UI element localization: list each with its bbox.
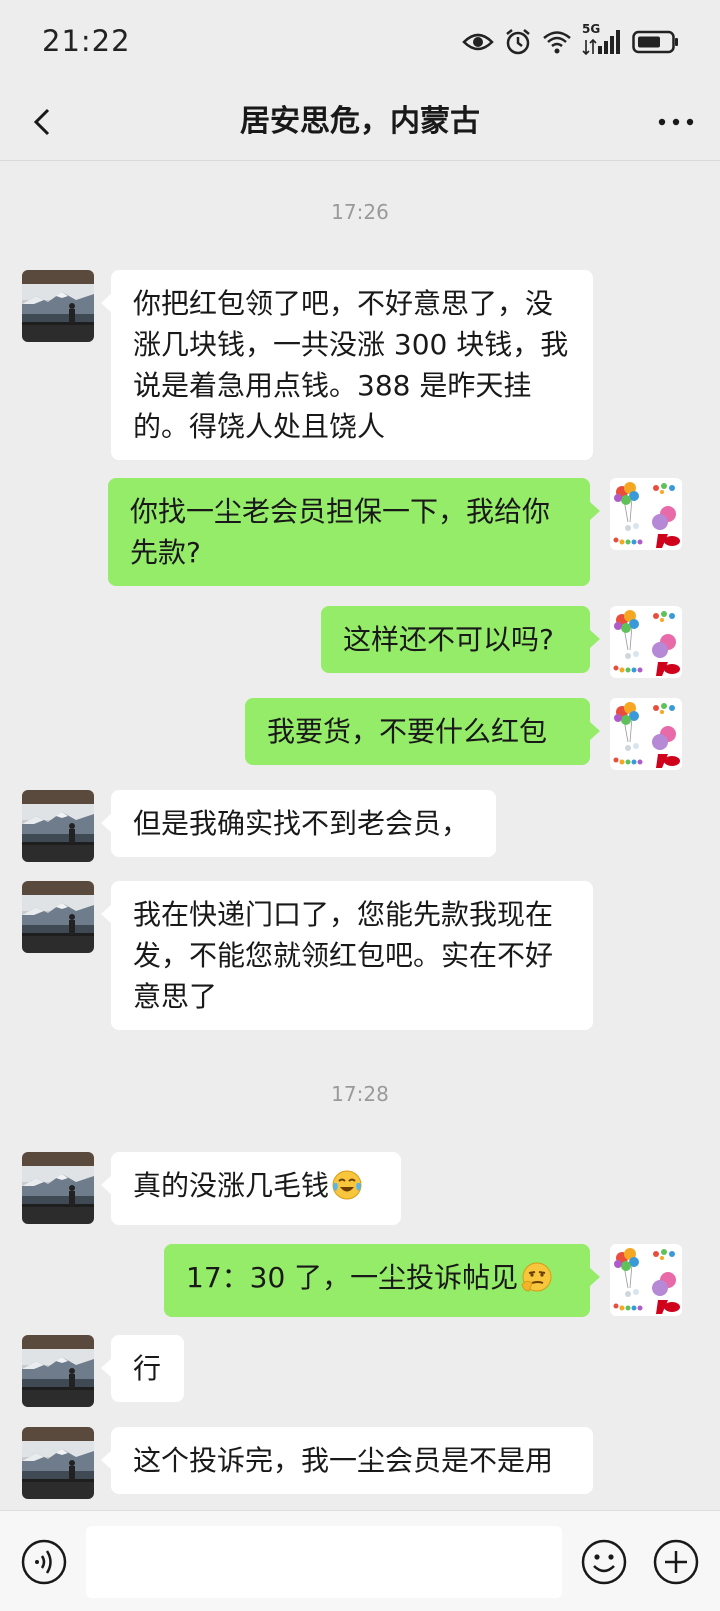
more-actions-button[interactable] — [652, 1538, 700, 1586]
crying-laughing-emoji — [331, 1169, 363, 1212]
signal-icon: 5G — [582, 22, 622, 56]
contact-avatar[interactable] — [22, 1427, 94, 1499]
incoming-message[interactable]: 行 — [101, 1335, 184, 1402]
incoming-message[interactable]: 你把红包领了吧，不好意思了，没涨几块钱，一共没涨 300 块钱，我说是着急用点钱… — [101, 270, 593, 460]
status-bar: 21:22 5G — [0, 0, 720, 84]
outgoing-message[interactable]: 17：30 了，一尘投诉帖见 — [164, 1244, 600, 1317]
input-bar — [0, 1510, 720, 1611]
message-input[interactable] — [86, 1526, 562, 1598]
more-button[interactable] — [652, 98, 700, 146]
my-avatar[interactable] — [610, 606, 682, 678]
message-text: 真的没涨几毛钱 — [133, 1169, 330, 1202]
plus-icon — [653, 1539, 699, 1585]
smiley-icon — [581, 1539, 627, 1585]
incoming-message[interactable]: 但是我确实找不到老会员， — [101, 790, 496, 857]
outgoing-message[interactable]: 这样还不可以吗? — [321, 606, 600, 673]
timestamp: 17:26 — [331, 200, 389, 224]
incoming-message[interactable]: 真的没涨几毛钱 — [101, 1152, 401, 1225]
battery-icon — [632, 30, 680, 54]
my-avatar[interactable] — [610, 1244, 682, 1316]
contact-avatar[interactable] — [22, 270, 94, 342]
contact-avatar[interactable] — [22, 1152, 94, 1224]
network-type: 5G — [582, 22, 601, 36]
contact-avatar[interactable] — [22, 1335, 94, 1407]
chat-header: 居安思危，内蒙古 — [0, 84, 720, 161]
smirk-emoji — [520, 1261, 554, 1304]
incoming-message[interactable]: 这个投诉完，我一尘会员是不是用 — [101, 1427, 593, 1494]
my-avatar[interactable] — [610, 478, 682, 550]
contact-avatar[interactable] — [22, 881, 94, 953]
wifi-icon — [542, 30, 572, 54]
incoming-message[interactable]: 我在快递门口了，您能先款我现在发，不能您就领红包吧。实在不好意思了 — [101, 881, 593, 1030]
voice-icon — [21, 1539, 67, 1585]
status-icons: 5G — [462, 22, 680, 60]
message-text: 17：30 了，一尘投诉帖见 — [186, 1261, 519, 1294]
more-dots-icon — [658, 118, 694, 126]
my-avatar[interactable] — [610, 698, 682, 770]
chat-title: 居安思危，内蒙古 — [240, 104, 480, 139]
status-time: 21:22 — [42, 24, 131, 58]
alarm-icon — [504, 28, 532, 56]
chat-area[interactable]: 17:26 你把红包领了吧，不好意思了，没涨几块钱，一共没涨 300 块钱，我说… — [0, 160, 720, 1510]
outgoing-message[interactable]: 你找一尘老会员担保一下，我给你先款? — [108, 478, 600, 586]
outgoing-message[interactable]: 我要货，不要什么红包 — [245, 698, 600, 765]
contact-avatar[interactable] — [22, 790, 94, 862]
emoji-button[interactable] — [580, 1538, 628, 1586]
voice-button[interactable] — [20, 1538, 68, 1586]
eye-icon — [462, 31, 494, 53]
timestamp: 17:28 — [331, 1082, 389, 1106]
